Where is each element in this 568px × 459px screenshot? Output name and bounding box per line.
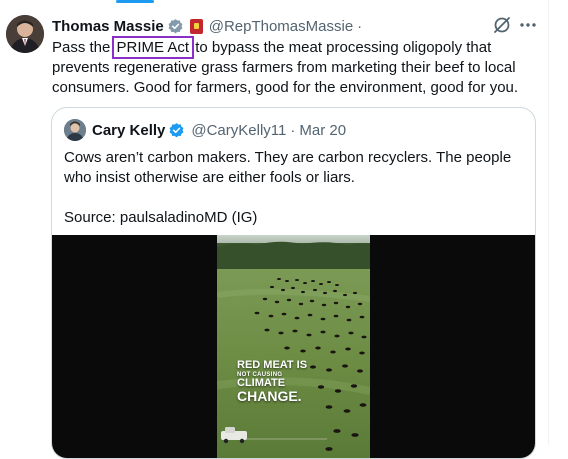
- author-avatar[interactable]: [6, 15, 44, 53]
- verified-badge-icon: [168, 122, 185, 139]
- avatar-image: [6, 15, 44, 53]
- verified-badge-icon: [167, 18, 184, 35]
- separator-dot: ·: [357, 17, 363, 35]
- caption-line-1: RED MEAT IS: [237, 359, 308, 371]
- quote-source: Source: paulsaladinoMD (IG): [64, 209, 258, 226]
- quote-author-handle[interactable]: @CaryKelly11: [191, 122, 286, 139]
- caption-line-4: CHANGE.: [237, 388, 302, 405]
- column-divider: [548, 0, 549, 445]
- flag-icon: [189, 18, 203, 34]
- tweet-header: Thomas Massie @RepThomasMassie ·: [52, 14, 362, 38]
- quote-header: Cary Kelly @CaryKelly11 · Mar 20: [64, 118, 346, 142]
- author-name[interactable]: Thomas Massie: [52, 18, 164, 35]
- grok-icon[interactable]: [492, 15, 512, 35]
- author-handle[interactable]: @RepThomasMassie: [209, 18, 353, 35]
- video-caption-overlay: RED MEAT IS NOT CAUSING CLIMATE CHANGE.: [237, 359, 308, 405]
- highlighted-phrase: PRIME Act: [111, 36, 195, 59]
- quoted-tweet[interactable]: Cary Kelly @CaryKelly11 · Mar 20 Cows ar…: [51, 107, 536, 459]
- tweet-text: Pass the PRIME Act to bypass the meat pr…: [52, 36, 542, 98]
- video-player[interactable]: RED MEAT IS NOT CAUSING CLIMATE CHANGE.: [52, 235, 535, 458]
- quote-avatar-image: [64, 119, 86, 141]
- more-icon[interactable]: [518, 15, 538, 35]
- separator-dot: ·: [290, 121, 296, 139]
- active-tab-indicator: [116, 0, 154, 3]
- pasture-scene-image: [217, 235, 370, 458]
- quote-body: Cows aren’t carbon makers. They are carb…: [64, 149, 512, 186]
- quote-text: Cows aren’t carbon makers. They are carb…: [64, 148, 524, 228]
- tweet-text-before: Pass the: [52, 39, 115, 56]
- quote-author-avatar[interactable]: [64, 119, 86, 141]
- quote-author-name[interactable]: Cary Kelly: [92, 122, 165, 139]
- quote-date[interactable]: Mar 20: [299, 122, 346, 139]
- video-thumbnail[interactable]: RED MEAT IS NOT CAUSING CLIMATE CHANGE.: [217, 235, 370, 458]
